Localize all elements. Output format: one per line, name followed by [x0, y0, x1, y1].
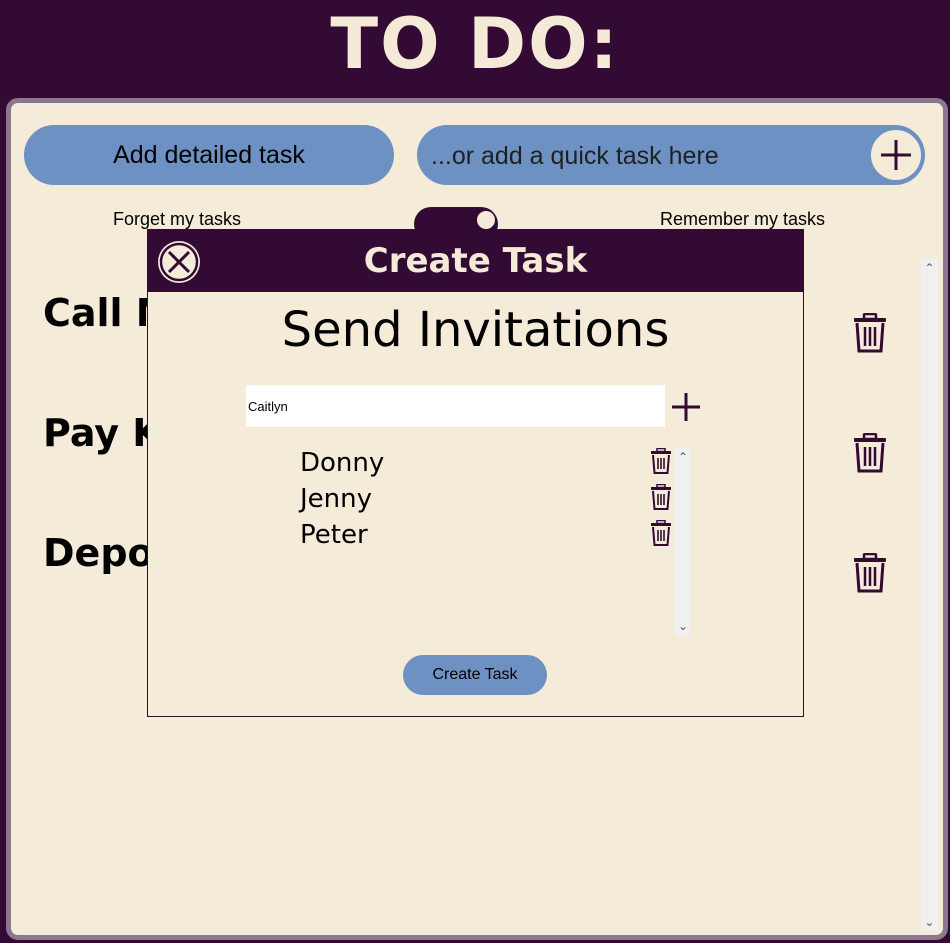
forget-tasks-label: Forget my tasks — [113, 209, 242, 229]
trash-icon[interactable] — [650, 484, 672, 510]
toggle-knob — [477, 211, 495, 229]
modal-header: Create Task — [148, 230, 803, 292]
plus-icon — [881, 140, 911, 170]
add-detailed-task-button[interactable]: Add detailed task — [24, 125, 394, 185]
quick-task-bar — [417, 125, 925, 185]
scroll-up-icon[interactable]: ⌃ — [921, 261, 938, 275]
send-invitations-heading: Send Invitations — [281, 302, 670, 358]
modal-title: Create Task — [363, 241, 588, 281]
scroll-down-icon[interactable]: ⌄ — [675, 619, 691, 633]
trash-icon[interactable] — [650, 520, 672, 546]
invite-name-input[interactable] — [246, 385, 665, 427]
invitee-name: Jenny — [300, 484, 373, 514]
plus-icon[interactable] — [670, 391, 702, 423]
trash-icon[interactable] — [853, 433, 887, 473]
modal-close-button[interactable] — [158, 241, 200, 283]
close-circle-icon — [159, 242, 199, 282]
invitee-list-scrollbar[interactable]: ⌃ ⌄ — [675, 448, 691, 635]
app-title: TO DO: — [330, 3, 620, 85]
create-task-button[interactable]: Create Task — [403, 655, 547, 695]
remember-tasks-label: Remember my tasks — [660, 209, 826, 229]
quick-add-button[interactable] — [869, 128, 923, 182]
quick-task-input[interactable] — [429, 125, 863, 185]
create-task-modal: Create Task Send Invitations Donny Jenny… — [147, 229, 804, 717]
trash-icon[interactable] — [853, 553, 887, 593]
invitee-name: Peter — [300, 520, 368, 550]
trash-icon[interactable] — [853, 313, 887, 353]
scroll-up-icon[interactable]: ⌃ — [675, 450, 691, 464]
trash-icon[interactable] — [650, 448, 672, 474]
scroll-down-icon[interactable]: ⌄ — [921, 915, 938, 929]
invitee-name: Donny — [300, 448, 385, 478]
task-list-scrollbar[interactable]: ⌃ ⌄ — [921, 259, 938, 931]
